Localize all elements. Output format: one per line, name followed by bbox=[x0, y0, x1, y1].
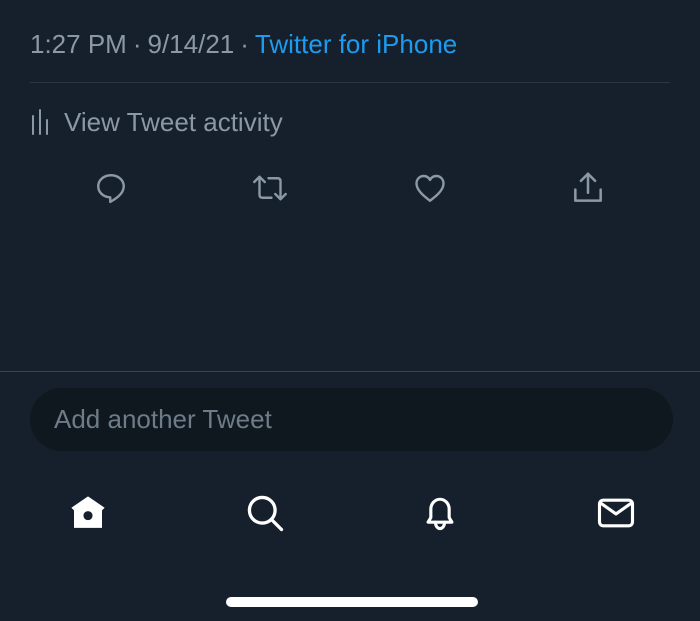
bottom-tab-bar bbox=[0, 488, 700, 538]
tab-messages[interactable] bbox=[591, 488, 641, 538]
tweet-date: 9/14/21 bbox=[147, 29, 235, 59]
view-tweet-activity-label: View Tweet activity bbox=[64, 106, 283, 137]
home-icon bbox=[71, 496, 105, 528]
reply-icon bbox=[97, 174, 125, 204]
reply-button[interactable] bbox=[89, 166, 133, 210]
meta-separator: · bbox=[132, 29, 142, 59]
divider bbox=[30, 82, 670, 83]
add-another-tweet-input[interactable] bbox=[30, 388, 673, 451]
tab-search[interactable] bbox=[240, 488, 290, 538]
bell-icon bbox=[426, 497, 454, 531]
tweet-time: 1:27 PM bbox=[30, 29, 127, 59]
like-button[interactable] bbox=[408, 166, 452, 210]
heart-icon bbox=[415, 174, 445, 202]
tweet-meta: 1:27 PM · 9/14/21 · Twitter for iPhone bbox=[30, 26, 457, 62]
share-icon bbox=[574, 172, 602, 202]
share-button[interactable] bbox=[566, 166, 610, 210]
tweet-action-bar bbox=[0, 166, 700, 210]
retweet-icon bbox=[253, 175, 287, 201]
tweet-detail-screen: 1:27 PM · 9/14/21 · Twitter for iPhone View … bbox=[0, 0, 700, 621]
home-indicator[interactable] bbox=[226, 597, 478, 607]
bar-chart-icon bbox=[32, 109, 48, 135]
view-tweet-activity-button[interactable]: View Tweet activity bbox=[32, 104, 283, 140]
mail-icon bbox=[597, 498, 635, 528]
tab-home[interactable] bbox=[63, 488, 113, 538]
tweet-source-link[interactable]: Twitter for iPhone bbox=[255, 29, 457, 59]
meta-separator: · bbox=[240, 29, 249, 59]
search-icon bbox=[247, 495, 284, 532]
retweet-button[interactable] bbox=[248, 166, 292, 210]
tab-notifications[interactable] bbox=[415, 488, 465, 538]
composer-divider bbox=[0, 371, 700, 372]
